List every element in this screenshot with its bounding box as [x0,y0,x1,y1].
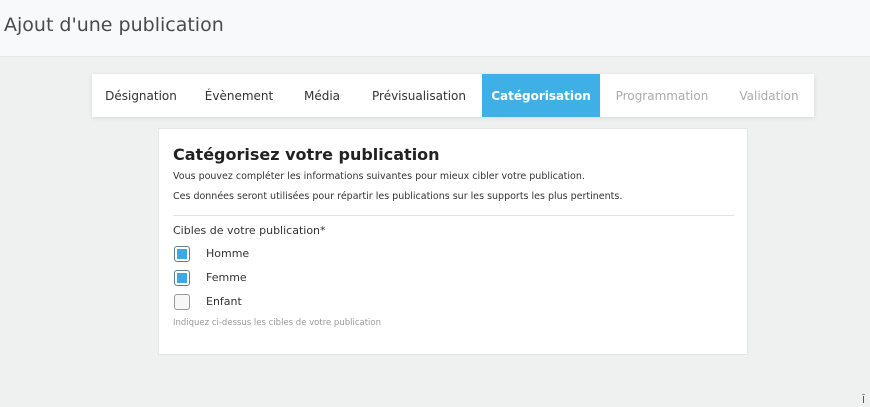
wizard-tabs: Désignation Évènement Média Prévisualisa… [92,74,814,117]
page-header: Ajout d'une publication [0,0,870,57]
categorisation-card: Catégorisez votre publication Vous pouve… [158,128,748,355]
tab-media[interactable]: Média [288,74,356,117]
tab-previsualisation[interactable]: Prévisualisation [356,74,482,117]
femme-label[interactable]: Femme [206,271,247,284]
tab-validation: Validation [739,88,799,103]
target-option-femme[interactable]: Femme [174,269,247,286]
card-description-1: Vous pouvez compléter les informations s… [173,171,585,182]
target-option-enfant[interactable]: Enfant [174,293,242,310]
tab-programmation: Programmation [615,88,709,103]
targets-help-text: Indiquez ci-dessus les cibles de votre p… [173,318,381,328]
target-option-homme[interactable]: Homme [174,245,249,262]
homme-label[interactable]: Homme [206,247,249,260]
tab-evenement[interactable]: Évènement [190,74,288,117]
page-title: Ajout d'une publication [4,14,224,36]
tab-categorisation[interactable]: Catégorisation [482,74,600,117]
card-title: Catégorisez votre publication [173,145,440,164]
card-description-2: Ces données seront utilisées pour répart… [173,191,623,202]
tab-designation[interactable]: Désignation [92,74,190,117]
enfant-checkbox[interactable] [174,293,190,310]
targets-label: Cibles de votre publication* [173,224,326,237]
divider [173,215,734,216]
enfant-label[interactable]: Enfant [206,295,242,308]
homme-checkbox[interactable] [174,245,190,262]
femme-checkbox[interactable] [174,269,190,286]
text-cursor-icon: Ī [862,395,865,406]
